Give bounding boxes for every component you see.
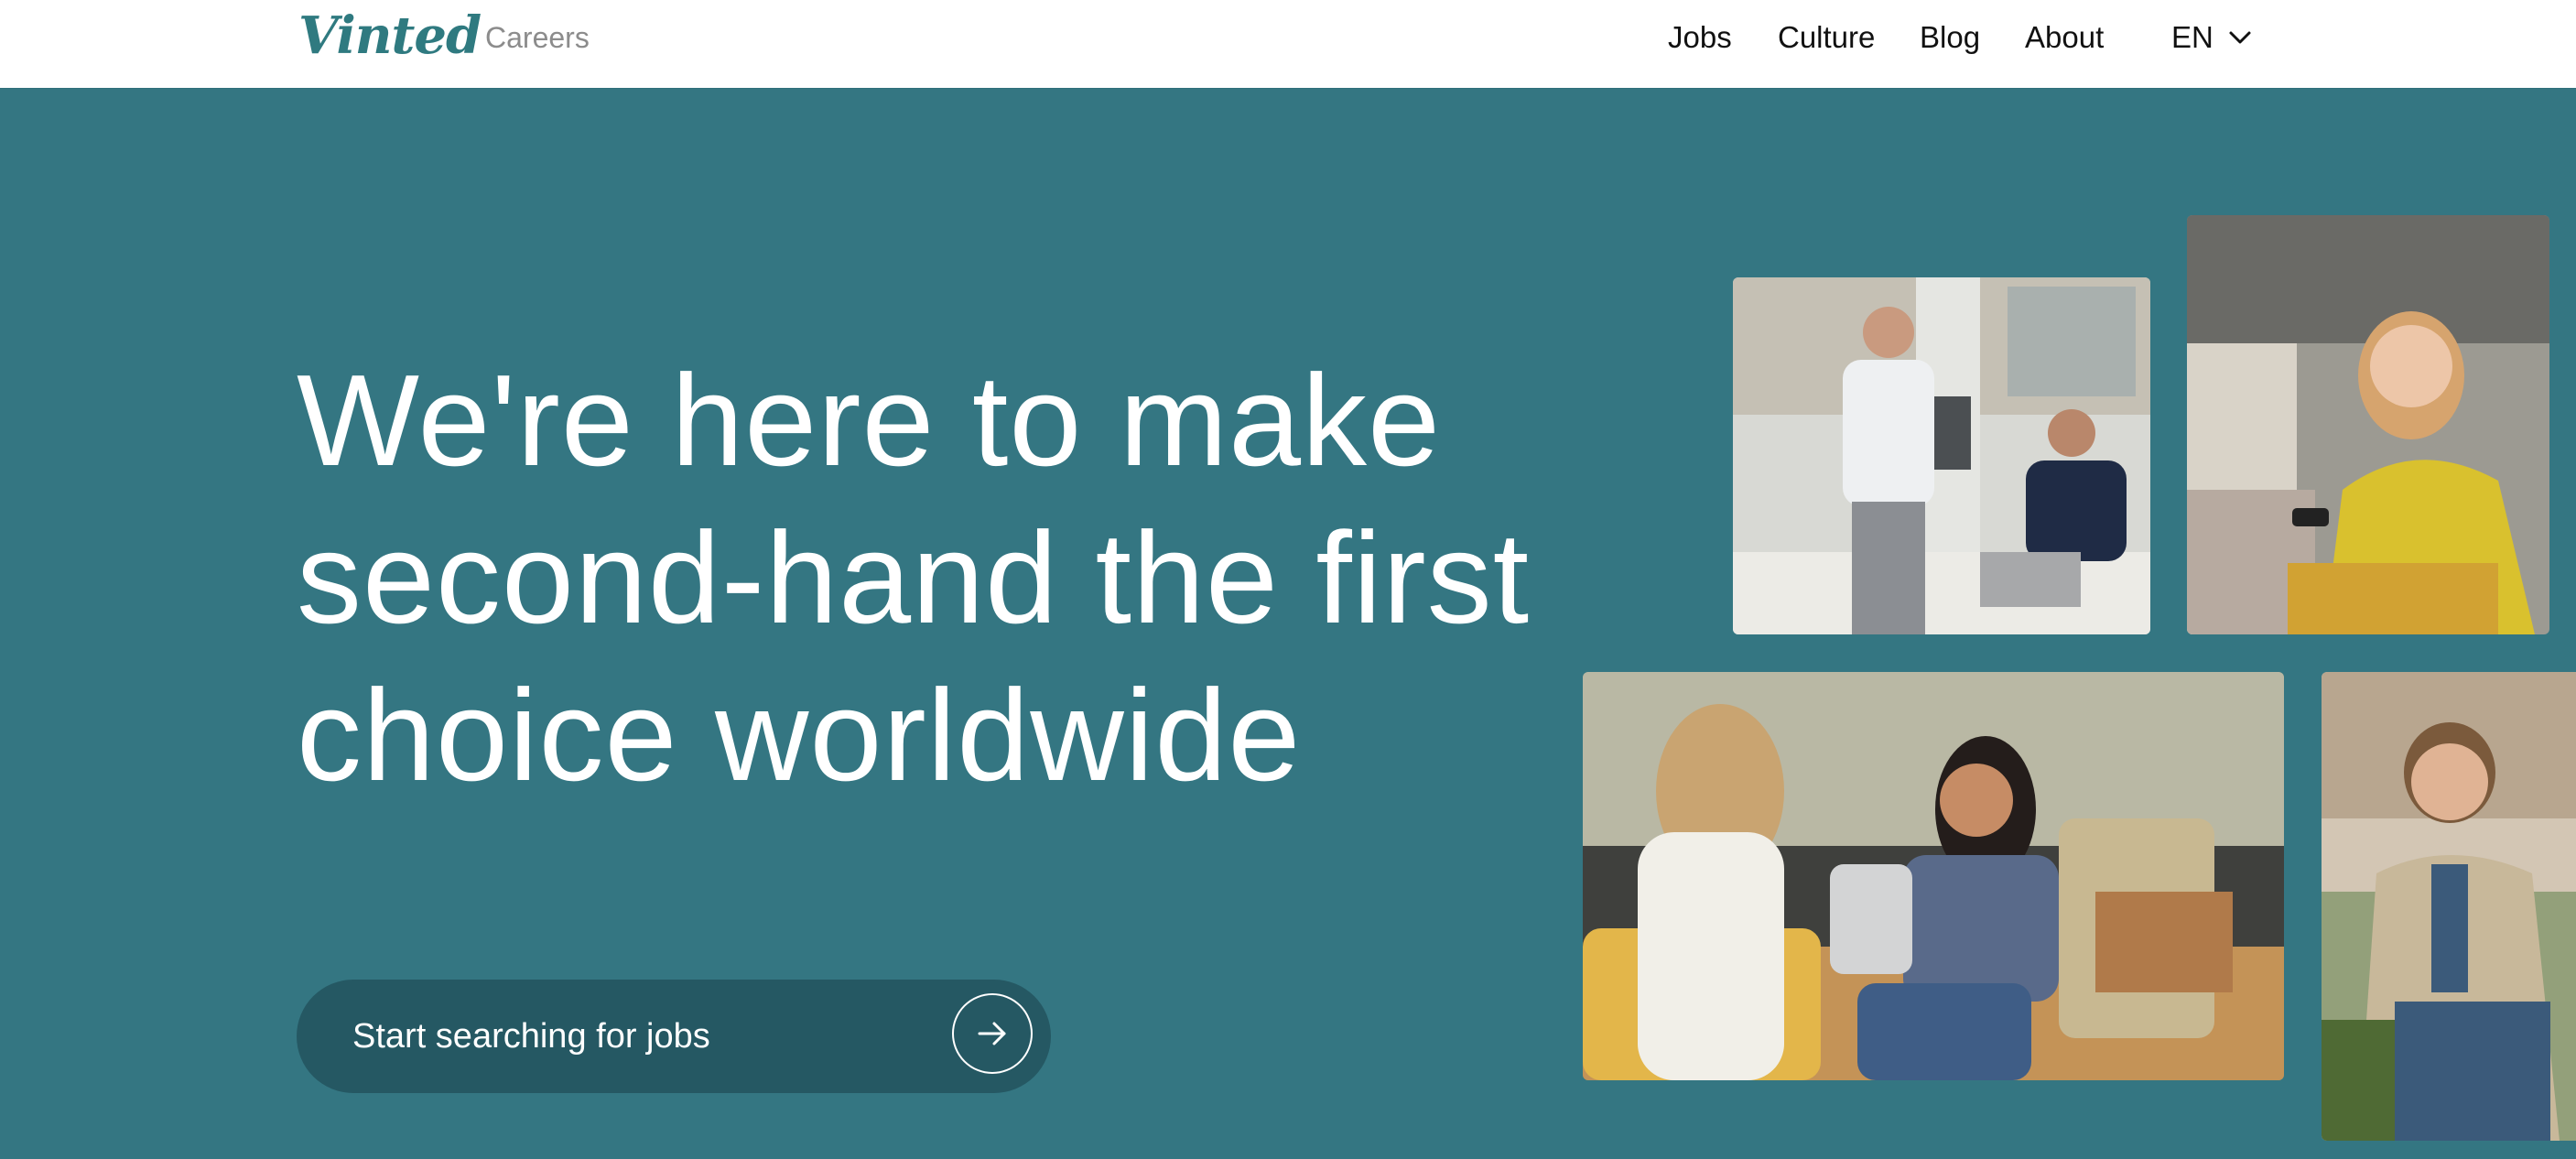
careers-label[interactable]: Careers [485, 21, 590, 55]
hero-headline: We're here to make second-hand the first… [297, 342, 1578, 815]
vinted-logo[interactable]: Vinted [298, 5, 482, 66]
office-photo-two-men [1733, 277, 2150, 634]
arrow-right-icon [952, 993, 1033, 1074]
language-code: EN [2171, 20, 2213, 54]
headline-line-1: We're here to make [297, 348, 1442, 493]
woman-yellow-sweater-photo [2187, 215, 2549, 634]
chevron-down-icon [2229, 31, 2251, 44]
hero-section: We're here to make second-hand the first… [0, 88, 2576, 1159]
nav-link-culture[interactable]: Culture [1778, 20, 1875, 55]
language-selector[interactable]: EN [2171, 20, 2252, 55]
cta-label: Start searching for jobs [352, 1017, 710, 1056]
nav-link-jobs[interactable]: Jobs [1668, 20, 1732, 55]
nav-link-blog[interactable]: Blog [1920, 20, 1980, 55]
top-navigation-bar: Vinted Careers Jobs Culture Blog About E… [0, 0, 2576, 88]
headline-line-2: second-hand the first [297, 505, 1531, 651]
smiling-man-photo [2322, 672, 2576, 1141]
start-searching-jobs-button[interactable]: Start searching for jobs [297, 980, 1051, 1093]
nav-link-about[interactable]: About [2025, 20, 2104, 55]
women-talking-lounge-photo [1583, 672, 2284, 1080]
headline-line-3: choice worldwide [297, 663, 1302, 808]
